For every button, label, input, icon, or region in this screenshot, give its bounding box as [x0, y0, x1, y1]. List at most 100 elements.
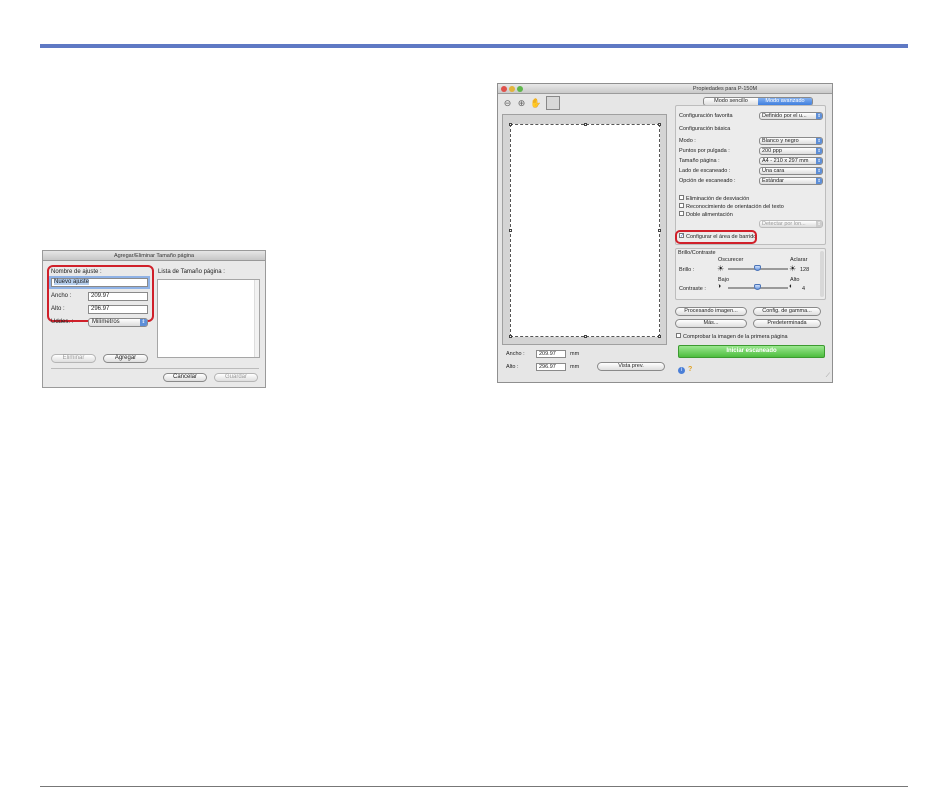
zoom-out-icon[interactable]: ⊖ — [502, 98, 513, 109]
brightness-label: Brillo : — [679, 267, 695, 273]
basic-settings-title: Configuración básica — [679, 126, 731, 132]
scan-side-label: Lado de escaneado : — [679, 168, 731, 174]
resize-handle[interactable] — [509, 123, 512, 126]
settings-group: Configuración favorita Definido por el u… — [675, 105, 826, 245]
name-field[interactable]: Nuevo ajuste — [49, 276, 150, 289]
contrast-knob[interactable] — [754, 284, 761, 290]
height-label: Alto : — [51, 306, 65, 312]
default-button[interactable]: Predeterminada — [753, 319, 821, 328]
height-label: Alto : — [506, 364, 519, 370]
dialog-separator — [51, 368, 259, 369]
window-title: Propiedades para P-150M — [692, 86, 758, 92]
select-area-icon[interactable] — [546, 96, 560, 110]
footer-rule — [40, 786, 908, 787]
hand-icon[interactable]: ✋ — [530, 98, 541, 109]
first-page-checkbox[interactable]: Comprobar la imagen de la primera página — [676, 333, 788, 340]
scan-option-value: Estándar — [762, 178, 785, 184]
detect-select[interactable]: Detectar por lon... ⇕ — [759, 220, 823, 228]
width-field[interactable]: 209.97 — [536, 350, 566, 358]
units-select[interactable]: Milímetros ⇕ — [88, 318, 148, 327]
sun-small-icon: ☀ — [717, 264, 725, 273]
scan-side-select[interactable]: Una cara ⇕ — [759, 167, 823, 175]
help-icon[interactable]: ? — [688, 366, 692, 373]
gamma-button[interactable]: Config. de gamma... — [753, 307, 821, 316]
list-scrollbar[interactable] — [254, 280, 259, 357]
mode-value: Blanco y negro — [762, 138, 799, 144]
start-scan-button[interactable]: Iniciar escaneado — [678, 345, 825, 358]
brightness-knob[interactable] — [754, 265, 761, 271]
units-label: Uddes. : — [51, 319, 74, 325]
sun-large-icon: ☀ — [789, 264, 797, 273]
resize-handle[interactable] — [509, 229, 512, 232]
updown-arrow-icon: ⇕ — [816, 138, 822, 144]
contrast-high-icon: ◐ — [789, 283, 794, 290]
page-size-value: A4 - 210 x 297 mm — [762, 158, 809, 164]
deskew-checkbox[interactable]: Eliminación de desviación — [679, 195, 749, 202]
mode-label: Modo : — [679, 138, 696, 144]
resize-grip-icon[interactable]: ⟋ — [826, 373, 830, 380]
contrast-low-icon: ◑ — [717, 283, 722, 290]
width-label: Ancho : — [506, 351, 525, 357]
delete-button[interactable]: Eliminar — [51, 354, 96, 363]
window-titlebar: Propiedades para P-150M — [498, 84, 832, 94]
zoom-window-icon[interactable] — [517, 86, 523, 92]
add-button[interactable]: Agregar — [103, 354, 148, 363]
contrast-value: 4 — [802, 286, 806, 292]
preview-button[interactable]: Vista prev. — [597, 362, 665, 371]
save-button[interactable]: Guardar — [214, 373, 258, 382]
width-unit: mm — [570, 351, 580, 357]
resize-handle[interactable] — [584, 335, 587, 338]
more-button[interactable]: Más... — [675, 319, 747, 328]
scan-option-label: Opción de escaneado : — [679, 178, 736, 184]
updown-arrow-icon: ⇕ — [816, 158, 822, 164]
header-rule — [40, 44, 908, 48]
updown-arrow-icon: ⇕ — [816, 148, 822, 154]
favorite-label: Configuración favorita — [679, 113, 733, 119]
minimize-window-icon[interactable] — [509, 86, 515, 92]
resize-handle[interactable] — [584, 123, 587, 126]
detect-value: Detectar por lon... — [762, 221, 806, 227]
double-feed-label: Doble alimentación — [686, 212, 733, 218]
resize-handle[interactable] — [658, 123, 661, 126]
close-window-icon[interactable] — [501, 86, 507, 92]
height-field[interactable]: 296.97 — [88, 305, 148, 314]
scan-area-frame[interactable] — [509, 123, 661, 338]
page-size-select[interactable]: A4 - 210 x 297 mm ⇕ — [759, 157, 823, 165]
checkbox-icon — [679, 195, 684, 201]
resize-handle[interactable] — [658, 335, 661, 338]
info-icon[interactable]: i — [678, 367, 685, 374]
updown-arrow-icon: ⇕ — [140, 319, 147, 326]
image-processing-button[interactable]: Procesando imagen... — [675, 307, 747, 316]
width-field[interactable]: 209.97 — [88, 292, 148, 301]
cancel-button[interactable]: Cancelar — [163, 373, 207, 382]
mode-select[interactable]: Blanco y negro ⇕ — [759, 137, 823, 145]
orientation-checkbox[interactable]: Reconocimiento de orientación del texto — [679, 203, 784, 210]
tab-advanced-mode[interactable]: Modo avanzado — [758, 98, 812, 105]
panel-scrollbar[interactable] — [820, 251, 824, 297]
name-label: Nombre de ajuste : — [51, 269, 102, 275]
favorite-select[interactable]: Definido por el u... ⇕ — [759, 112, 823, 120]
tab-simple-mode[interactable]: Modo sencillo — [704, 98, 758, 105]
add-remove-page-size-dialog: Agregar/Eliminar Tamaño página Nombre de… — [42, 250, 266, 388]
resize-handle[interactable] — [658, 229, 661, 232]
zoom-in-icon[interactable]: ⊕ — [516, 98, 527, 109]
dpi-select[interactable]: 200 ppp ⇕ — [759, 147, 823, 155]
lighten-label: Aclarar — [790, 257, 808, 263]
dpi-label: Puntos por pulgada : — [679, 148, 730, 154]
scan-option-select[interactable]: Estándar ⇕ — [759, 177, 823, 185]
scan-side-value: Una cara — [762, 168, 785, 174]
list-label: Lista de Tamaño página : — [158, 269, 225, 275]
page-size-label: Tamaño página : — [679, 158, 720, 164]
resize-handle[interactable] — [509, 335, 512, 338]
brightness-contrast-title: Brillo/Contraste — [678, 250, 716, 256]
updown-arrow-icon: ⇕ — [816, 113, 822, 119]
preview-area[interactable] — [502, 114, 667, 345]
brightness-contrast-group: Brillo/Contraste Oscurecer Aclarar Brill… — [675, 248, 826, 300]
checkbox-icon — [679, 203, 684, 209]
contrast-label: Contraste : — [679, 286, 706, 292]
height-field[interactable]: 296.97 — [536, 363, 566, 371]
page-size-list[interactable] — [157, 279, 260, 358]
height-unit: mm — [570, 364, 580, 370]
double-feed-checkbox[interactable]: Doble alimentación — [679, 211, 733, 218]
orientation-label: Reconocimiento de orientación del texto — [686, 204, 784, 210]
